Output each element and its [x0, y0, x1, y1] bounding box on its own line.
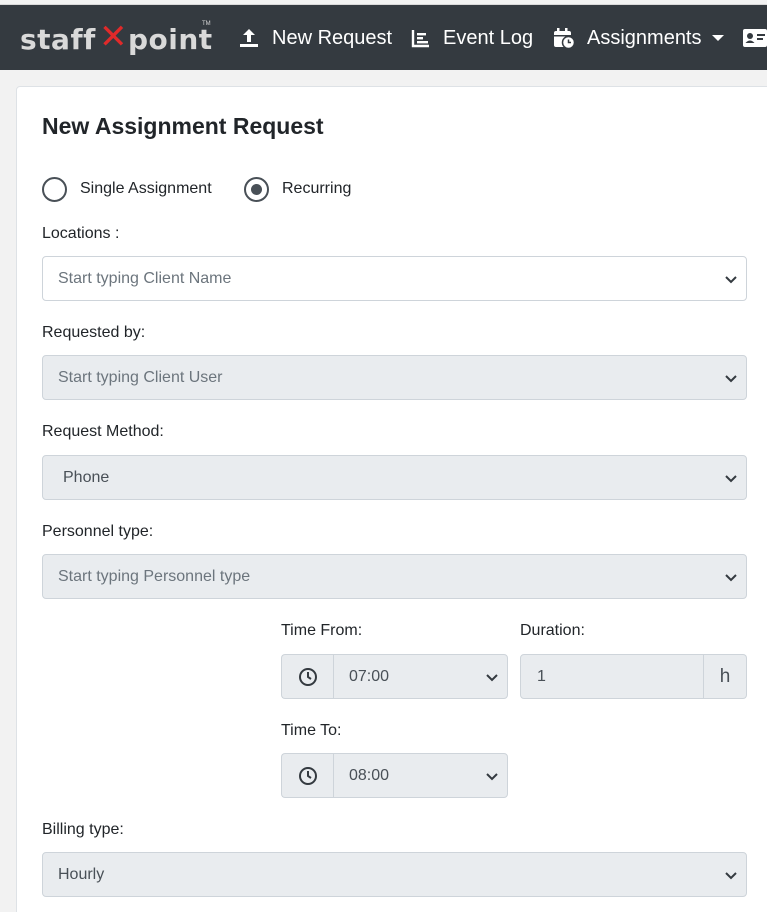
nav-new-request[interactable]: New Request — [238, 5, 392, 71]
time-from-select[interactable]: 07:00 — [333, 654, 508, 699]
personnel-type-placeholder: Start typing Personnel type — [58, 567, 251, 585]
requested-by-placeholder: Start typing Client User — [58, 368, 223, 386]
locations-label: Locations : — [42, 225, 120, 242]
request-method-value: Phone — [63, 468, 110, 486]
chevron-down-icon — [725, 475, 737, 483]
personnel-type-label: Personnel type: — [42, 523, 154, 540]
locations-select[interactable]: Start typing Client Name — [42, 256, 747, 301]
time-from-label: Time From: — [281, 622, 363, 639]
duration-value: 1 — [537, 667, 546, 685]
nav-new-request-label: New Request — [272, 26, 393, 49]
chevron-down-icon — [725, 276, 737, 284]
radio-single-assignment[interactable]: Single Assignment — [42, 176, 212, 202]
clock-icon — [298, 667, 317, 686]
logo-x-mark: ✕ — [99, 17, 128, 57]
top-navbar: staff ✕ point TM New Request Event Log A… — [0, 4, 767, 70]
duration-unit: h — [704, 654, 747, 699]
locations-placeholder: Start typing Client Name — [58, 269, 232, 287]
nav-assignments-dropdown[interactable]: Assignments — [553, 5, 724, 71]
duration-group: 1 h — [520, 654, 747, 699]
radio-recurring[interactable]: Recurring — [244, 176, 351, 202]
requested-by-label: Requested by: — [42, 324, 146, 341]
chevron-down-icon — [486, 674, 498, 682]
nav-profile[interactable] — [742, 5, 767, 71]
radio-button-unchecked[interactable] — [42, 176, 67, 202]
time-to-group: 08:00 — [281, 753, 508, 798]
radio-recurring-label: Recurring — [282, 180, 352, 197]
nav-event-log-label: Event Log — [443, 26, 534, 49]
time-to-label: Time To: — [281, 722, 342, 739]
logo-text-point: point — [128, 23, 213, 56]
billing-type-select[interactable]: Hourly — [42, 852, 747, 897]
chevron-down-icon — [725, 574, 737, 582]
logo-trademark: TM — [202, 21, 211, 27]
duration-label: Duration: — [520, 622, 585, 639]
nav-assignments-label: Assignments — [587, 26, 702, 49]
chart-icon — [411, 30, 429, 48]
time-from-clock — [281, 654, 333, 699]
billing-type-value: Hourly — [58, 865, 105, 883]
radio-single-label: Single Assignment — [80, 180, 212, 197]
request-method-select[interactable]: Phone — [42, 455, 747, 500]
chevron-down-icon — [725, 872, 737, 880]
time-from-group: 07:00 — [281, 654, 508, 699]
calendar-clock-icon — [554, 28, 575, 49]
logo-text-staff: staff — [20, 23, 96, 56]
requested-by-select[interactable]: Start typing Client User — [42, 355, 747, 400]
id-card-icon — [743, 29, 767, 47]
time-to-value: 08:00 — [349, 766, 390, 784]
time-from-value: 07:00 — [349, 667, 390, 685]
duration-input[interactable]: 1 — [520, 654, 704, 699]
page-title: New Assignment Request — [42, 113, 324, 139]
staffpoint-logo[interactable]: staff ✕ point TM — [20, 17, 213, 59]
chevron-down-icon — [725, 375, 737, 383]
billing-type-label: Billing type: — [42, 821, 124, 838]
clock-icon — [298, 766, 317, 785]
radio-button-checked[interactable] — [244, 176, 269, 202]
time-to-select[interactable]: 08:00 — [333, 753, 508, 798]
chevron-down-icon — [486, 773, 498, 781]
upload-icon — [240, 29, 258, 47]
nav-event-log[interactable]: Event Log — [411, 5, 533, 71]
request-method-label: Request Method: — [42, 423, 164, 440]
time-to-clock — [281, 753, 333, 798]
caret-down-icon — [711, 35, 724, 41]
personnel-type-select[interactable]: Start typing Personnel type — [42, 554, 747, 599]
